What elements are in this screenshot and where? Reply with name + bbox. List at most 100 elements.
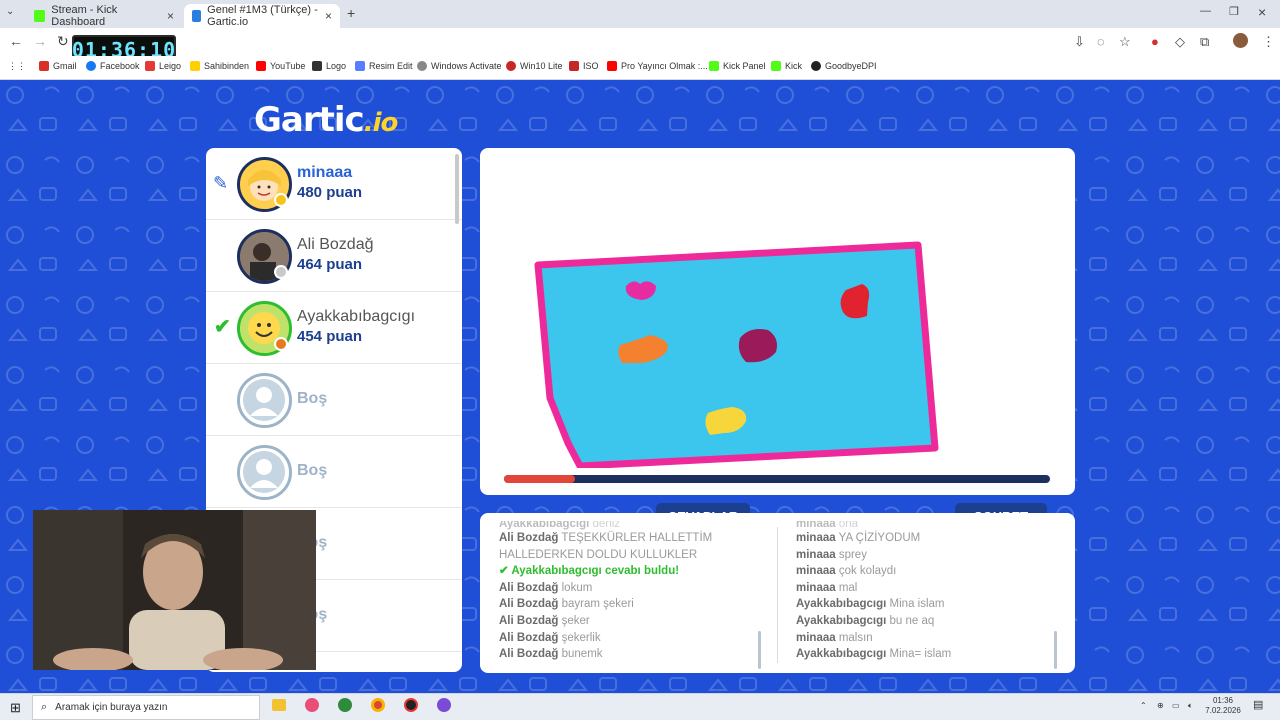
chat-message: minaaa malsın	[796, 630, 1058, 647]
player-name: Ali Bozdağ	[297, 236, 374, 253]
windows-activate-icon	[417, 61, 427, 71]
kick-icon	[771, 61, 781, 71]
tab-search-icon[interactable]: ⌄	[6, 6, 14, 17]
bookmark-kick[interactable]: Kick	[771, 61, 802, 71]
message-user: Ali Bozdağ	[499, 648, 559, 661]
bookmark-windows-activate[interactable]: Windows Activate	[417, 61, 502, 71]
leigo-icon	[145, 61, 155, 71]
bookmark-gmail[interactable]: Gmail	[39, 61, 77, 71]
chat-message: minaaa sprey	[796, 547, 1058, 564]
check-icon: ✔	[499, 565, 512, 578]
star-icon[interactable]: ☆	[1119, 34, 1131, 50]
back-icon[interactable]: ←	[9, 33, 23, 49]
chat-message: Ayakkabıbagcıgı deniz	[499, 521, 761, 530]
windows-taskbar: ⊞ ⌕ Aramak için buraya yazın ⌃ ⊕ ▭ 🔈︎ 01…	[0, 693, 1280, 720]
chat-panel: Ayakkabıbagcıgı deniz Ali Bozdağ TEŞEKKÜR…	[480, 513, 1075, 673]
eye-off-icon[interactable]: ◌	[1097, 34, 1105, 49]
player-row[interactable]: Ali Bozdağ 464 puan	[206, 220, 462, 292]
message-text: sprey	[835, 548, 867, 561]
bookmark-goodbyedpi[interactable]: GoodbyeDPI	[811, 61, 877, 71]
chat-message: Ali Bozdağ lokum	[499, 580, 761, 597]
iso-icon	[569, 61, 579, 71]
bookmark-sahibinden[interactable]: Sahibinden	[190, 61, 249, 71]
bookmark-youtube[interactable]: YouTube	[256, 61, 305, 71]
player-name: Ayakkabıbagcıgı	[297, 308, 416, 325]
shield-icon[interactable]: ◇	[1175, 34, 1185, 50]
player-level-badge	[274, 193, 288, 207]
profile-avatar[interactable]	[1233, 33, 1248, 48]
tab-kick-dashboard[interactable]: Stream - Kick Dashboard ×	[26, 4, 182, 28]
message-text: ona	[835, 521, 859, 530]
battery-icon[interactable]: ▭	[1172, 701, 1180, 711]
bookmark-facebook[interactable]: Facebook	[86, 61, 140, 71]
bookmark-logo[interactable]: Logo	[312, 61, 346, 71]
message-text: bu ne aq	[886, 614, 935, 627]
player-score: 454 puan	[297, 328, 363, 345]
taskbar-clock[interactable]: 01:36 7.02.2026	[1203, 696, 1243, 716]
player-row[interactable]: ✔ Ayakkabıbagcıgı 454 puan	[206, 292, 462, 364]
sahibinden-icon	[190, 61, 200, 71]
forward-icon[interactable]: →	[33, 33, 47, 49]
players-scrollbar[interactable]	[455, 154, 459, 224]
chat-scrollbar[interactable]	[1054, 631, 1057, 669]
network-icon[interactable]: ⊕	[1157, 701, 1164, 711]
chat-message: minaaa ona	[796, 521, 1058, 530]
chrome-icon[interactable]	[371, 698, 385, 712]
bookmark-pro-yayinci[interactable]: Pro Yayıncı Olmak :...	[607, 61, 708, 71]
player-score: 464 puan	[297, 256, 363, 273]
streaming-app-icon[interactable]	[437, 698, 451, 712]
search-icon: ⌕	[41, 701, 48, 713]
itunes-icon[interactable]	[305, 698, 319, 712]
taskbar-search-input[interactable]: ⌕ Aramak için buraya yazın	[32, 695, 260, 720]
chat-message: Ayakkabıbagcıgı bu ne aq	[796, 613, 1058, 630]
gartic-page: Gartic.io ✎ minaaa 480 puan Ali Bozdağ 4…	[0, 80, 1280, 693]
chat-message: Ayakkabıbagcıgı Mina islam	[796, 596, 1058, 613]
bookmark-iso[interactable]: ISO	[569, 61, 599, 71]
player-name: Boş	[297, 462, 328, 479]
kick-icon	[34, 10, 46, 22]
close-icon[interactable]: ×	[325, 9, 332, 23]
minimize-icon[interactable]: —	[1200, 5, 1211, 17]
volume-icon[interactable]: 🔈︎	[1188, 701, 1193, 711]
round-timer-bar	[504, 475, 1050, 483]
restore-icon[interactable]: ❐	[1229, 5, 1239, 18]
new-tab-button[interactable]: +	[347, 5, 355, 21]
menu-icon[interactable]: ⋮	[1262, 34, 1275, 50]
notifications-icon[interactable]: ▤	[1253, 700, 1263, 711]
apps-icon[interactable]: ⋮⋮	[8, 61, 26, 72]
chevron-up-icon[interactable]: ⌃	[1140, 701, 1147, 711]
message-text: şekerlik	[558, 631, 601, 644]
player-row[interactable]: ✎ minaaa 480 puan	[206, 148, 462, 220]
chat-message: Ali Bozdağ bayram şekeri	[499, 596, 761, 613]
bookmark-kick-panel[interactable]: Kick Panel	[709, 61, 766, 71]
window-close-icon[interactable]: ×	[1258, 4, 1266, 20]
extension-opera-icon[interactable]: ●	[1151, 34, 1159, 49]
close-icon[interactable]: ×	[167, 9, 174, 23]
github-icon	[811, 61, 821, 71]
xbox-icon[interactable]	[338, 698, 352, 712]
round-timer-fill	[504, 475, 575, 483]
drawing-canvas[interactable]	[480, 148, 1075, 495]
file-explorer-icon[interactable]	[272, 699, 286, 711]
message-text: bayram şekeri	[558, 598, 634, 611]
extensions-icon[interactable]: ⧉	[1200, 34, 1209, 50]
reload-icon[interactable]: ↻	[57, 33, 69, 50]
chat-message: Ayakkabıbagcıgı Mina= islam	[796, 646, 1058, 663]
bookmark-resim-edit[interactable]: Resim Edit	[355, 61, 413, 71]
install-app-icon[interactable]: ⇩	[1074, 34, 1085, 50]
windows-start-icon[interactable]: ⊞	[10, 700, 21, 716]
answers-scrollbar[interactable]	[758, 631, 761, 669]
youtube-icon	[607, 61, 617, 71]
bookmark-leigo[interactable]: Leigo	[145, 61, 181, 71]
message-text: lokum	[558, 581, 593, 594]
message-user: Ayakkabıbagcıgı	[499, 521, 590, 530]
tab-gartic[interactable]: Genel #1M3 (Türkçe) - Gartic.io ×	[184, 4, 340, 28]
check-icon: ✔	[214, 316, 231, 338]
empty-avatar-icon	[237, 373, 292, 428]
tab-title: Stream - Kick Dashboard	[51, 4, 118, 28]
bookmark-win10-lite[interactable]: Win10 Lite	[506, 61, 563, 71]
message-user: Ayakkabıbagcıgı	[511, 565, 602, 578]
browser-tab-bar: ⌄ Stream - Kick Dashboard × Genel #1M3 (…	[0, 0, 1280, 28]
player-level-badge	[274, 337, 288, 351]
obs-icon[interactable]	[404, 698, 418, 712]
